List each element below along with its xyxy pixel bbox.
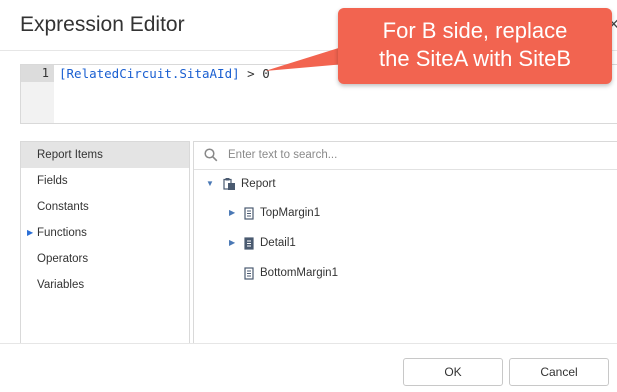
tree-node-label: TopMargin1 (260, 207, 321, 219)
band-filled-icon (244, 237, 254, 250)
category-label: Report Items (37, 149, 103, 161)
category-functions[interactable]: ▶ Functions (21, 220, 189, 246)
tree-node-label: BottomMargin1 (260, 267, 338, 279)
category-label: Fields (37, 175, 68, 187)
category-label: Functions (37, 227, 87, 239)
callout-text: For B side, replace the SiteA with SiteB (379, 18, 571, 71)
category-label: Constants (37, 201, 89, 213)
category-operators[interactable]: Operators (21, 246, 189, 272)
category-list: Report Items Fields Constants ▶ Function… (20, 141, 190, 344)
category-variables[interactable]: Variables (21, 272, 189, 298)
report-icon (223, 178, 235, 190)
category-constants[interactable]: Constants (21, 194, 189, 220)
category-label: Variables (37, 279, 85, 291)
category-label: Operators (37, 253, 89, 265)
annotation-callout: For B side, replace the SiteA with SiteB (338, 8, 612, 84)
category-fields[interactable]: Fields (21, 168, 189, 194)
band-icon (244, 267, 254, 280)
band-icon (244, 207, 254, 220)
search-input[interactable] (228, 146, 598, 164)
search-bar (194, 142, 617, 170)
ok-button[interactable]: OK (403, 358, 503, 386)
items-panel: ▼ Report ▶ TopMargin1 ▶ Detail1 (193, 141, 617, 344)
category-report-items[interactable]: Report Items (21, 142, 189, 168)
expand-arrow-icon[interactable]: ▶ (229, 203, 235, 223)
tree-node-label: Report (241, 178, 276, 190)
dialog-footer: OK Cancel (0, 343, 617, 392)
search-icon (204, 148, 218, 162)
tree-node-label: Detail1 (260, 237, 296, 249)
collapse-arrow-icon[interactable]: ▼ (206, 174, 214, 194)
expand-arrow-icon[interactable]: ▶ (229, 233, 235, 253)
expand-arrow-icon[interactable]: ▶ (27, 220, 33, 246)
cancel-button[interactable]: Cancel (509, 358, 609, 386)
